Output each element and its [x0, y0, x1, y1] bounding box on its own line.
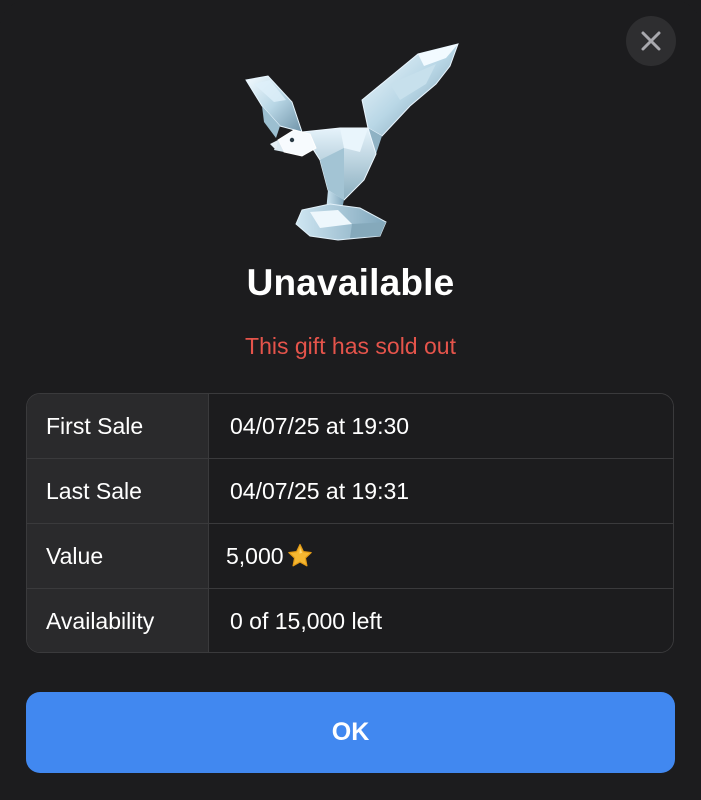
crystal-eagle-gift-icon — [245, 43, 459, 241]
close-icon — [641, 31, 661, 51]
last-sale-value: 04/07/25 at 19:31 — [209, 459, 673, 523]
value-amount: 5,000 — [226, 542, 284, 569]
value-label: Value — [27, 524, 209, 588]
table-row-last-sale: Last Sale 04/07/25 at 19:31 — [27, 459, 673, 524]
page-title: Unavailable — [246, 262, 455, 303]
first-sale-label: First Sale — [27, 394, 209, 458]
star-icon — [287, 543, 312, 567]
table-row-availability: Availability 0 of 15,000 left — [27, 589, 673, 652]
table-row-value: Value 5,000 — [27, 524, 673, 589]
last-sale-label: Last Sale — [27, 459, 209, 523]
ok-button[interactable]: OK — [26, 692, 675, 773]
availability-label: Availability — [27, 589, 209, 652]
gift-info-sheet: Unavailable This gift has sold out First… — [0, 0, 701, 800]
table-row-first-sale: First Sale 04/07/25 at 19:30 — [27, 394, 673, 459]
value-cell: 5,000 — [209, 524, 673, 588]
close-button[interactable] — [626, 16, 676, 66]
first-sale-value: 04/07/25 at 19:30 — [209, 394, 673, 458]
availability-value: 0 of 15,000 left — [209, 589, 673, 652]
sold-out-message: This gift has sold out — [245, 333, 456, 359]
gift-details-table: First Sale 04/07/25 at 19:30 Last Sale 0… — [26, 393, 674, 653]
